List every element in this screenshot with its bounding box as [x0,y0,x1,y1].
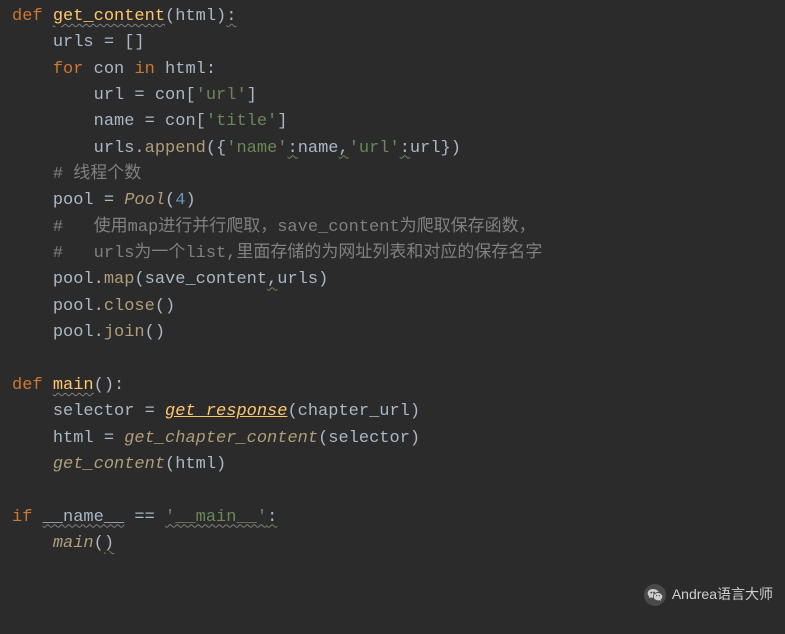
code-line[interactable]: urls = [] [12,30,785,56]
code-line[interactable]: # urls为一个list,里面存储的为网址列表和对应的保存名字 [12,241,785,267]
code-line[interactable]: pool = Pool(4) [12,188,785,214]
code-line[interactable]: def main(): [12,373,785,399]
code-line[interactable]: get_content(html) [12,452,785,478]
wechat-icon [644,584,666,606]
code-line[interactable]: pool.join() [12,320,785,346]
code-line[interactable]: # 使用map进行并行爬取，save_content为爬取保存函数， [12,215,785,241]
watermark: Andrea语言大师 [644,584,773,606]
code-line[interactable] [12,478,785,504]
code-line[interactable]: url = con['url'] [12,83,785,109]
code-line[interactable]: selector = get_response(chapter_url) [12,399,785,425]
code-line[interactable]: def get_content(html): [12,4,785,30]
code-line[interactable]: html = get_chapter_content(selector) [12,426,785,452]
code-line[interactable]: # 线程个数 [12,162,785,188]
code-line[interactable]: pool.close() [12,294,785,320]
code-line[interactable]: main() [12,531,785,557]
code-line[interactable]: urls.append({'name':name,'url':url}) [12,136,785,162]
code-line[interactable]: for con in html: [12,57,785,83]
code-editor[interactable]: def get_content(html): urls = [] for con… [0,0,785,557]
watermark-text: Andrea语言大师 [672,584,773,606]
code-line[interactable]: name = con['title'] [12,109,785,135]
code-line[interactable] [12,346,785,372]
code-line[interactable]: pool.map(save_content,urls) [12,267,785,293]
code-line[interactable]: if __name__ == '__main__': [12,505,785,531]
